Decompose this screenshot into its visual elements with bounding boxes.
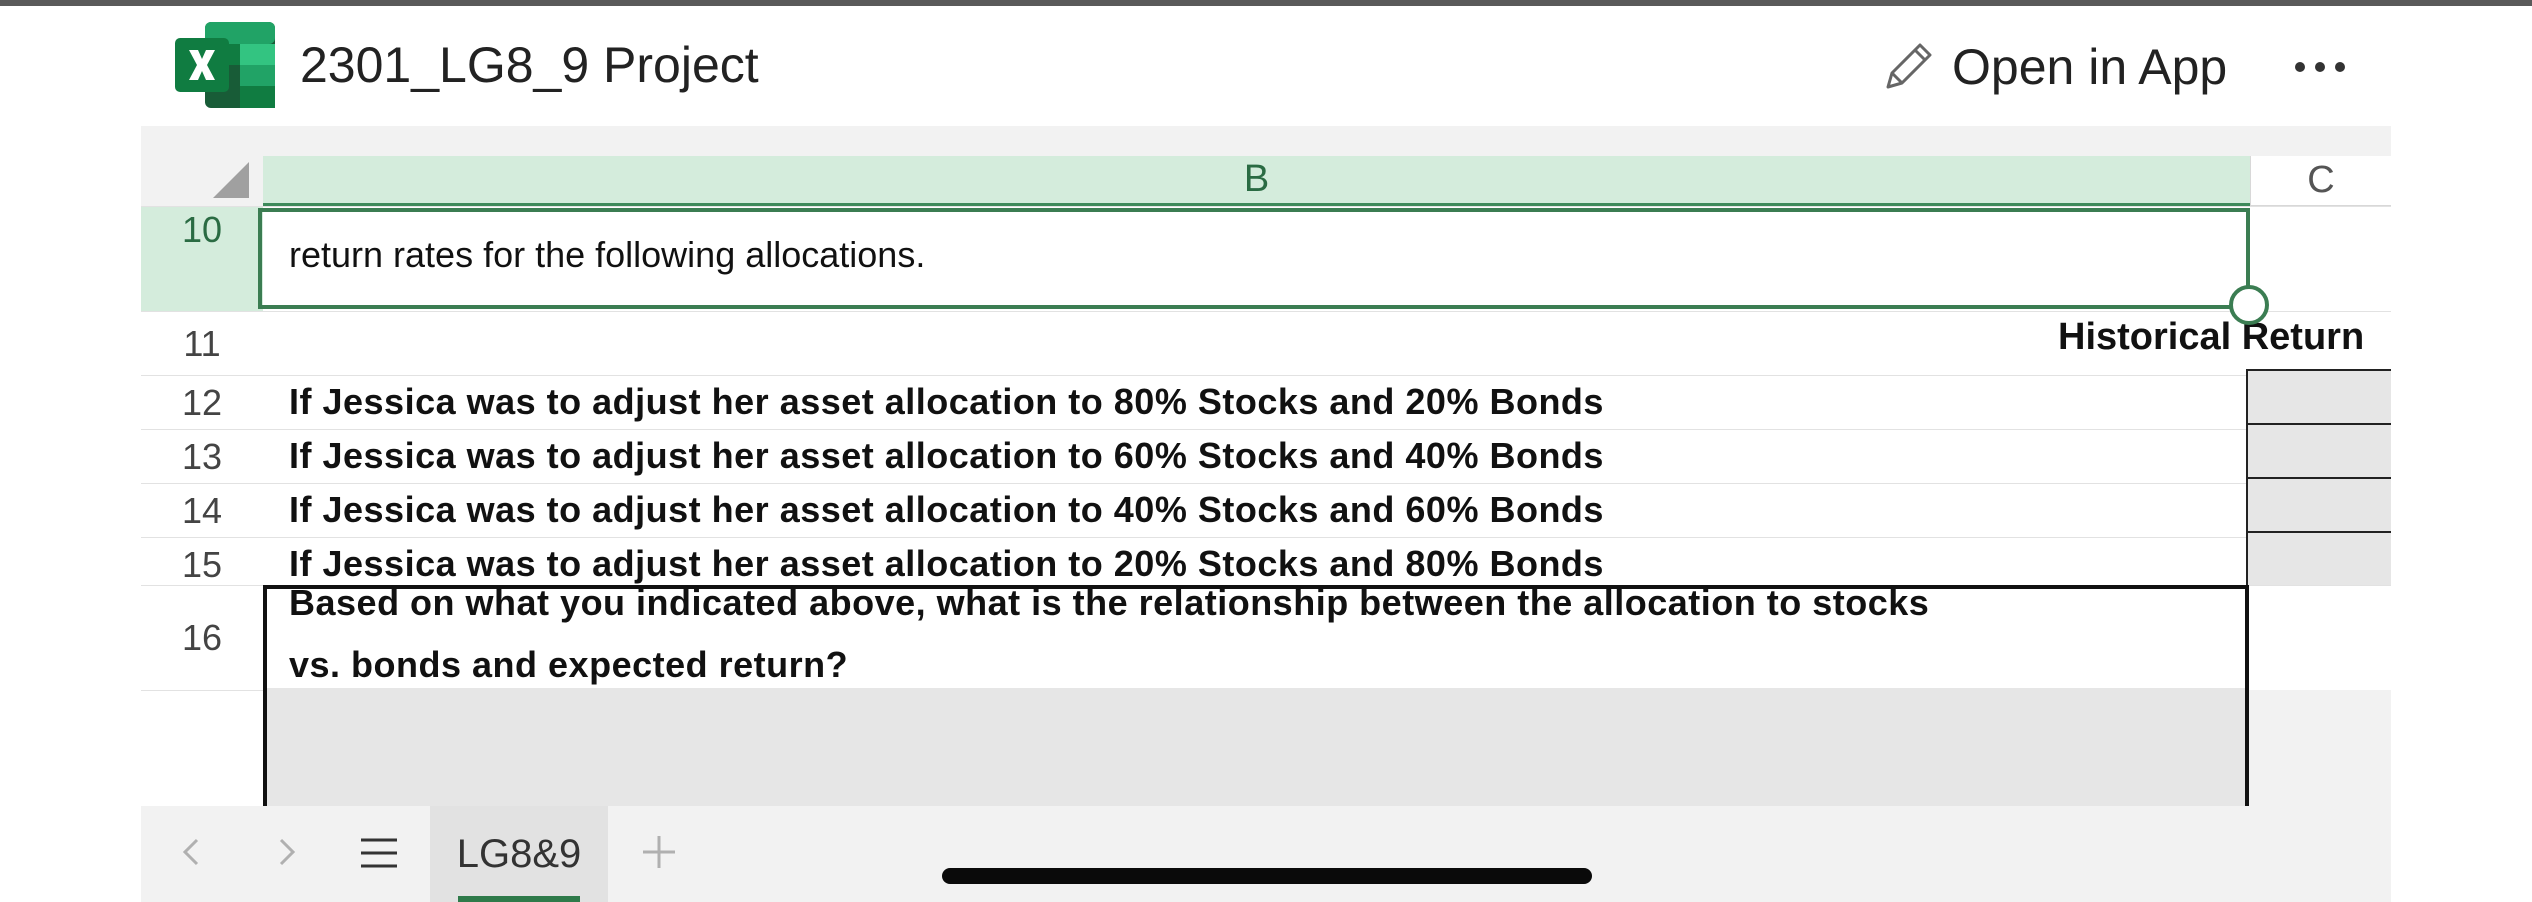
- sheet-area[interactable]: B C 10 return rates for the following al…: [141, 126, 2391, 806]
- cell-b17-answer[interactable]: [263, 688, 2249, 806]
- row-number: 16: [181, 617, 223, 658]
- cell-c13-input[interactable]: [2246, 423, 2391, 479]
- row-header-13[interactable]: 13: [141, 429, 263, 483]
- select-all-triangle: [213, 162, 249, 198]
- row-number: 13: [181, 435, 223, 477]
- chevron-left-icon[interactable]: [171, 832, 211, 872]
- cell-c11-header[interactable]: Historical Return: [2058, 316, 2364, 359]
- row-header-16[interactable]: 16: [141, 585, 263, 690]
- cell-b12-text: If Jessica was to adjust her asset alloc…: [289, 381, 1604, 422]
- column-header-b[interactable]: B: [263, 156, 2250, 206]
- open-in-app-button[interactable]: Open in App: [1878, 32, 2227, 102]
- sheet-list-icon[interactable]: [359, 836, 399, 870]
- row-header-10[interactable]: 10: [141, 206, 263, 311]
- chevron-right-icon[interactable]: [267, 832, 307, 872]
- row-number: 10: [181, 209, 223, 250]
- row-header-17[interactable]: [141, 690, 263, 806]
- question-line-2: vs. bonds and expected return?: [289, 644, 849, 685]
- sheet-tab-active[interactable]: LG8&9: [430, 806, 608, 902]
- top-edge: [0, 0, 2532, 6]
- selection-box: [258, 208, 2250, 309]
- sheet-tab-bar: LG8&9: [141, 806, 2391, 902]
- pencil-icon: [1886, 43, 1932, 89]
- column-header-b-label: B: [1243, 158, 1270, 200]
- cell-c12-input[interactable]: [2246, 369, 2391, 425]
- cell-b15-text: If Jessica was to adjust her asset alloc…: [289, 543, 1604, 584]
- home-indicator[interactable]: [942, 868, 1592, 884]
- column-header-c-label: C: [2307, 159, 2335, 201]
- cell-b13-text: If Jessica was to adjust her asset alloc…: [289, 435, 1604, 476]
- cell-c14-input[interactable]: [2246, 477, 2391, 533]
- cell-c15-input[interactable]: [2246, 531, 2391, 587]
- open-in-app-label: Open in App: [1952, 39, 2228, 95]
- row-number: 11: [183, 322, 221, 364]
- question-line-1: Based on what you indicated above, what …: [289, 582, 1930, 623]
- column-header-c[interactable]: C: [2250, 156, 2391, 206]
- sheet-grid[interactable]: B C 10 return rates for the following al…: [141, 126, 2391, 806]
- more-icon[interactable]: [2290, 52, 2350, 82]
- row-header-14[interactable]: 14: [141, 483, 263, 537]
- row-header-11[interactable]: 11: [141, 311, 263, 375]
- excel-logo: [175, 22, 275, 108]
- selection-handle[interactable]: [2229, 285, 2269, 325]
- row-number: 15: [181, 543, 223, 585]
- document-title: 2301_LG8_9 Project: [300, 37, 759, 93]
- active-tab-indicator: [458, 896, 580, 902]
- sheet-tab-label: LG8&9: [456, 831, 582, 876]
- row-header-12[interactable]: 12: [141, 375, 263, 429]
- row-header-15[interactable]: 15: [141, 537, 263, 591]
- add-sheet-icon[interactable]: [637, 830, 681, 874]
- row-number: 14: [181, 489, 223, 531]
- cell-b14-text: If Jessica was to adjust her asset alloc…: [289, 489, 1604, 530]
- row-number: 12: [181, 381, 223, 423]
